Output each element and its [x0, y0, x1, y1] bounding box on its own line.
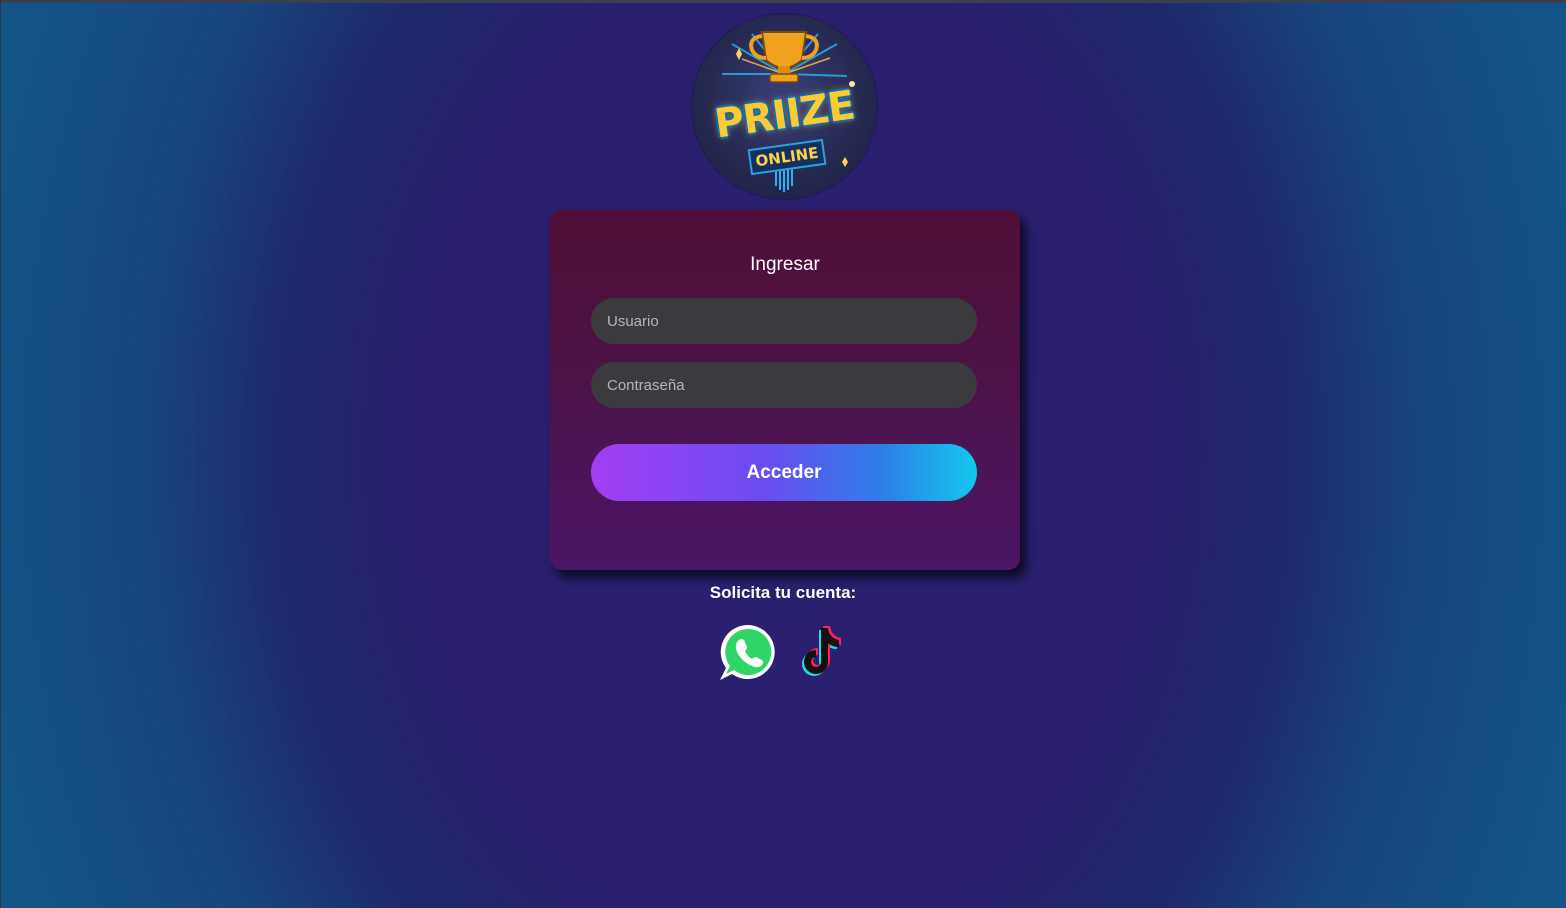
- password-input[interactable]: [591, 362, 977, 408]
- username-input[interactable]: [591, 298, 977, 344]
- brand-logo: PRIIZE ONLINE: [692, 14, 877, 199]
- login-card: Ingresar Acceder: [550, 210, 1020, 570]
- login-title: Ingresar: [750, 254, 820, 275]
- tiktok-icon[interactable]: [791, 622, 851, 682]
- window-top-border: [0, 0, 1566, 3]
- whatsapp-icon[interactable]: [718, 622, 778, 682]
- window-left-border: [0, 0, 1, 908]
- login-button[interactable]: Acceder: [591, 444, 977, 501]
- request-account-label: Solicita tu cuenta:: [709, 583, 857, 602]
